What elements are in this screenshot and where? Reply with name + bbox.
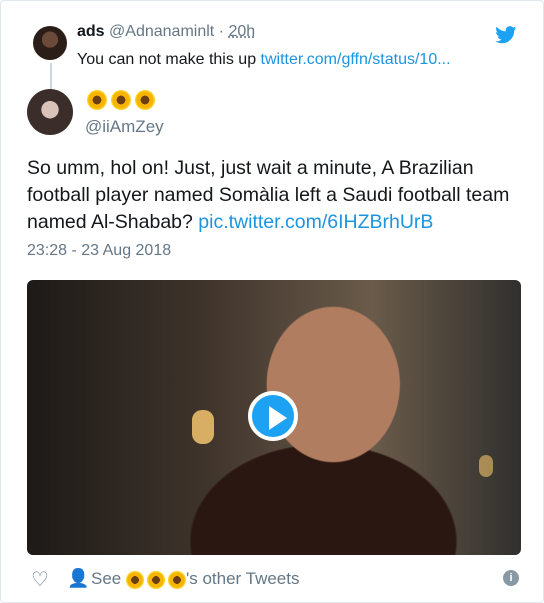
- embedded-tweet-card: ads @Adnanaminlt · 20h You can not make …: [0, 0, 544, 603]
- parent-tweet[interactable]: ads @Adnanaminlt · 20h You can not make …: [33, 23, 523, 77]
- parent-text-body: You can not make this up: [77, 51, 257, 68]
- sunflower-icon: [167, 570, 186, 589]
- sunflower-icon: [135, 90, 155, 111]
- background-lamp: [192, 410, 214, 444]
- sunflower-icon: [146, 570, 165, 589]
- author-display-name[interactable]: [87, 89, 159, 111]
- parent-name[interactable]: ads: [77, 23, 105, 40]
- heart-icon[interactable]: ♡: [31, 567, 49, 592]
- sunflower-icon: [111, 90, 131, 111]
- parent-header: ads @Adnanaminlt · 20h: [77, 23, 255, 41]
- play-button[interactable]: [248, 391, 298, 441]
- parent-handle[interactable]: @Adnanaminlt: [109, 23, 214, 40]
- info-icon[interactable]: i: [503, 570, 519, 586]
- see-other-tweets-link[interactable]: See 's other Tweets: [91, 569, 299, 589]
- parent-time[interactable]: 20h: [228, 23, 255, 40]
- tweet-text: So umm, hol on! Just, just wait a minute…: [27, 155, 522, 236]
- tweet-footer: ♡ 👤 See 's other Tweets i: [31, 567, 523, 591]
- tweet-media-link[interactable]: pic.twitter.com/6IHZBrhUrB: [198, 211, 433, 233]
- other-tweets-label: 's other Tweets: [185, 569, 300, 588]
- sunflower-icon: [87, 90, 107, 111]
- tweet-video[interactable]: [27, 280, 521, 555]
- parent-link[interactable]: twitter.com/gffn/status/10...: [261, 51, 451, 68]
- person-icon: 👤: [67, 568, 90, 588]
- parent-text: You can not make this up twitter.com/gff…: [77, 51, 451, 69]
- background-lamp: [479, 455, 493, 477]
- see-label: See: [91, 569, 122, 588]
- tweet-timestamp[interactable]: 23:28 - 23 Aug 2018: [27, 242, 171, 260]
- time-separator: ·: [218, 23, 224, 40]
- author-avatar[interactable]: [27, 89, 73, 135]
- author-handle[interactable]: @iiAmZey: [85, 117, 164, 137]
- sunflower-icon: [125, 570, 144, 589]
- twitter-bird-icon[interactable]: [495, 26, 517, 44]
- parent-avatar[interactable]: [33, 26, 67, 60]
